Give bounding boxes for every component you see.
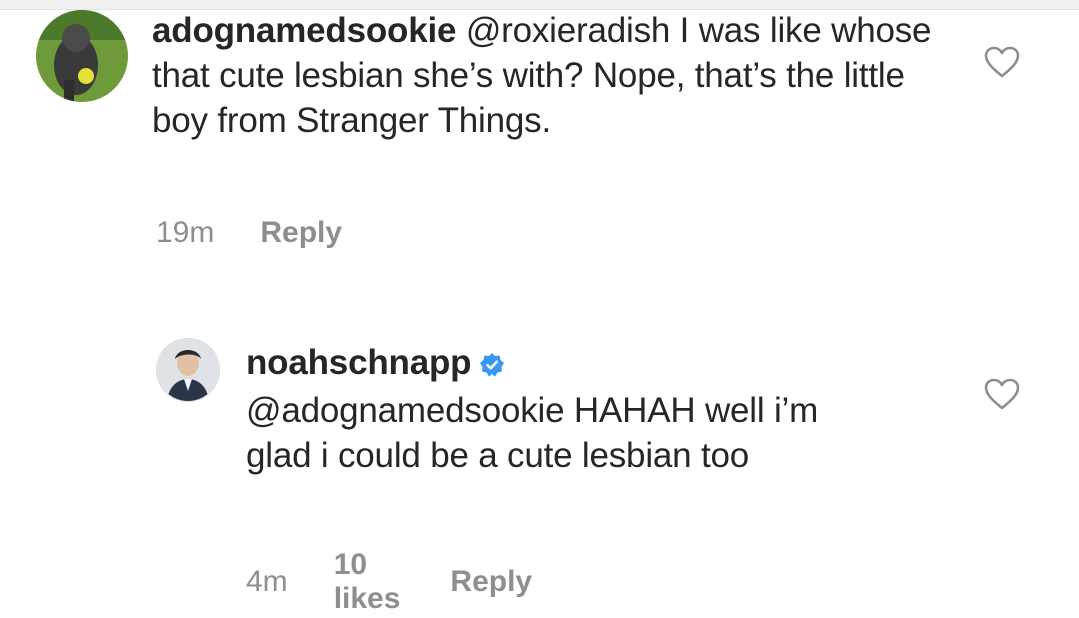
comment-text-block: adognamedsookie @roxieradish I was like … — [152, 8, 932, 143]
comment-username[interactable]: noahschnapp — [246, 343, 472, 382]
comment-meta: 4m 10 likes Reply — [246, 548, 532, 616]
reply-button[interactable]: Reply — [260, 216, 342, 250]
heart-icon[interactable] — [984, 46, 1020, 78]
reply-button[interactable]: Reply — [450, 565, 532, 599]
comment-time: 4m — [246, 565, 288, 598]
dog-avatar-icon[interactable] — [36, 10, 128, 102]
comment-body: @adognamedsookie HAHAH well i’m glad i c… — [246, 391, 819, 475]
likes-count-button[interactable]: 10 likes — [334, 548, 401, 616]
comment-time: 19m — [156, 216, 215, 249]
comment-meta: 19m Reply — [156, 216, 342, 250]
heart-icon[interactable] — [984, 378, 1020, 410]
reply-header: noahschnapp — [246, 340, 946, 389]
comment-username[interactable]: adognamedsookie — [152, 11, 456, 50]
person-avatar-icon[interactable] — [156, 338, 220, 402]
verified-badge-icon — [479, 344, 505, 389]
